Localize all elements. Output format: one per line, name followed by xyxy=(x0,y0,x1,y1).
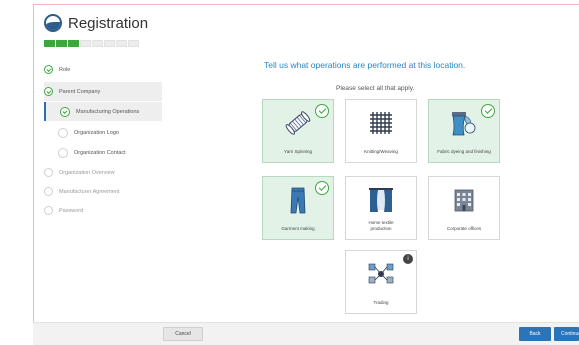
trading-network-icon xyxy=(366,259,396,289)
sidebar-step-manufacturer-agreement[interactable]: Manufacturer Agreement xyxy=(44,182,162,201)
sidebar-step-label: Parent Company xyxy=(59,88,101,95)
operations-question: Tell us what operations are performed at… xyxy=(264,60,466,70)
sidebar-step-label: Organization Overview xyxy=(59,169,115,176)
option-label: Trading xyxy=(373,299,389,305)
step-complete-icon xyxy=(44,65,53,74)
progress-segment xyxy=(104,40,115,47)
jeans-icon xyxy=(283,185,313,215)
sidebar-step-role[interactable]: Role xyxy=(44,60,162,79)
sidebar-step-manufacturing-operations[interactable]: Manufacturing Operations xyxy=(44,102,162,121)
info-icon[interactable]: i xyxy=(403,254,413,264)
option-label: Garment making xyxy=(281,225,315,231)
option-card-garment-making[interactable]: Garment making xyxy=(262,176,334,240)
option-label: Knitting/Weaving xyxy=(364,148,398,154)
option-label: Corporate offices xyxy=(446,225,482,231)
option-label: Fabric dyeing and finishing xyxy=(437,148,491,154)
sidebar-step-organization-contact[interactable]: Organization Contact xyxy=(44,143,162,162)
sidebar-step-label: Organization Contact xyxy=(74,149,126,156)
select-instruction: Please select all that apply. xyxy=(336,85,415,92)
progress-segment xyxy=(80,40,91,47)
progress-segment xyxy=(68,40,79,47)
selected-check-icon xyxy=(315,104,329,118)
curtains-icon xyxy=(366,185,396,215)
option-card-yarn-spinning[interactable]: Yarn Spinning xyxy=(262,99,334,163)
sidebar-step-label: Manufacturer Agreement xyxy=(59,188,120,195)
office-building-icon xyxy=(449,185,479,215)
sidebar-step-label: Manufacturing Operations xyxy=(76,108,140,115)
step-complete-icon xyxy=(44,87,53,96)
selected-check-icon xyxy=(481,104,495,118)
fabric-dyeing-icon xyxy=(449,108,479,138)
option-card-fabric-dyeing[interactable]: Fabric dyeing and finishing xyxy=(428,99,500,163)
progress-segment xyxy=(116,40,127,47)
step-pending-icon xyxy=(58,147,68,158)
back-button[interactable]: Back xyxy=(519,327,551,341)
footer-bar xyxy=(33,322,579,345)
step-pending-icon xyxy=(58,127,68,138)
option-card-corporate-offices[interactable]: Corporate offices xyxy=(428,176,500,240)
progress-segment xyxy=(128,40,139,47)
step-pending-icon xyxy=(44,187,53,196)
step-complete-icon xyxy=(60,106,70,117)
progress-bar xyxy=(44,40,139,47)
sidebar-step-label: Organization Logo xyxy=(74,129,119,136)
globe-logo-icon xyxy=(44,14,62,32)
progress-segment xyxy=(92,40,103,47)
knit-fabric-icon xyxy=(366,108,396,138)
option-label: Yarn Spinning xyxy=(284,148,312,154)
option-label: Home textile production xyxy=(368,219,394,231)
continue-button[interactable]: Continue xyxy=(554,327,579,341)
progress-segment xyxy=(56,40,67,47)
yarn-spool-icon xyxy=(283,108,313,138)
option-card-knitting-weaving[interactable]: Knitting/Weaving xyxy=(345,99,417,163)
step-pending-icon xyxy=(44,168,53,177)
option-card-home-textile[interactable]: Home textile production xyxy=(345,176,417,240)
page-title: Registration xyxy=(68,14,149,32)
sidebar-step-organization-overview[interactable]: Organization Overview xyxy=(44,163,162,182)
step-pending-icon xyxy=(44,206,53,215)
sidebar-step-organization-logo[interactable]: Organization Logo xyxy=(44,123,162,142)
selected-check-icon xyxy=(315,181,329,195)
app-header: Registration xyxy=(44,12,148,34)
step-sidebar: Role Parent Company Manufacturing Operat… xyxy=(44,60,162,220)
progress-segment xyxy=(44,40,55,47)
option-card-trading[interactable]: i Trading xyxy=(345,250,417,314)
cancel-button[interactable]: Cancel xyxy=(163,327,203,341)
sidebar-step-password[interactable]: Password xyxy=(44,201,162,220)
sidebar-step-parent-company[interactable]: Parent Company xyxy=(44,82,162,101)
sidebar-step-label: Role xyxy=(59,66,71,73)
sidebar-step-label: Password xyxy=(59,207,84,214)
